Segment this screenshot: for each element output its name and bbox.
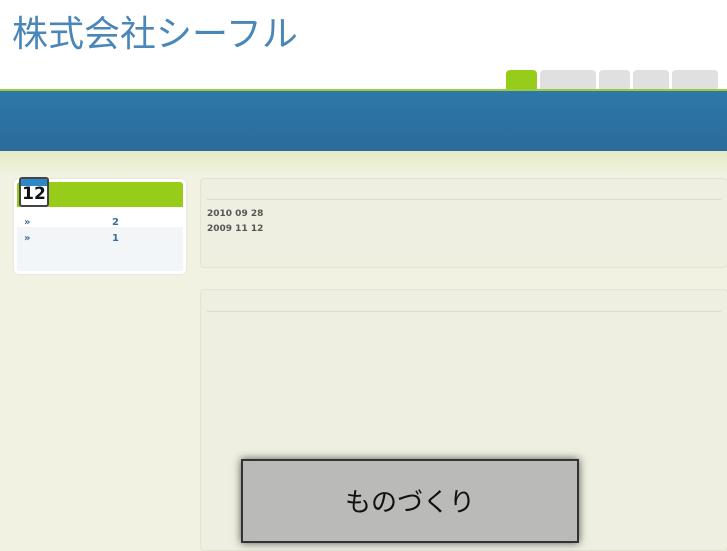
list-bullet: » xyxy=(24,217,31,228)
archive-box: 2010 09 28 2009 11 12 xyxy=(200,178,727,268)
banner xyxy=(0,91,727,151)
nav-tab-4[interactable] xyxy=(633,70,669,90)
list-count[interactable]: 2 xyxy=(112,217,119,228)
list-count[interactable]: 1 xyxy=(112,233,119,244)
site-title[interactable]: 株式会社シーフル xyxy=(12,5,298,57)
sub-banner xyxy=(0,151,727,176)
sidebar-widget: 12 » 2 » 1 xyxy=(14,177,186,274)
header: 株式会社シーフル xyxy=(0,0,727,90)
nav-tab-1[interactable] xyxy=(506,70,537,90)
list-bullet: » xyxy=(24,233,31,244)
nav-tab-3[interactable] xyxy=(599,70,630,90)
widget-body xyxy=(17,227,183,271)
nav-tab-2[interactable] xyxy=(540,70,596,90)
divider xyxy=(207,199,721,200)
divider xyxy=(207,311,721,312)
archive-date[interactable]: 2010 09 28 xyxy=(207,209,263,219)
archive-date[interactable]: 2009 11 12 xyxy=(207,224,263,234)
nav-tab-5[interactable] xyxy=(672,70,718,90)
monozukuri-button[interactable]: ものづくり xyxy=(241,459,579,543)
calendar-icon: 12 xyxy=(19,177,49,207)
